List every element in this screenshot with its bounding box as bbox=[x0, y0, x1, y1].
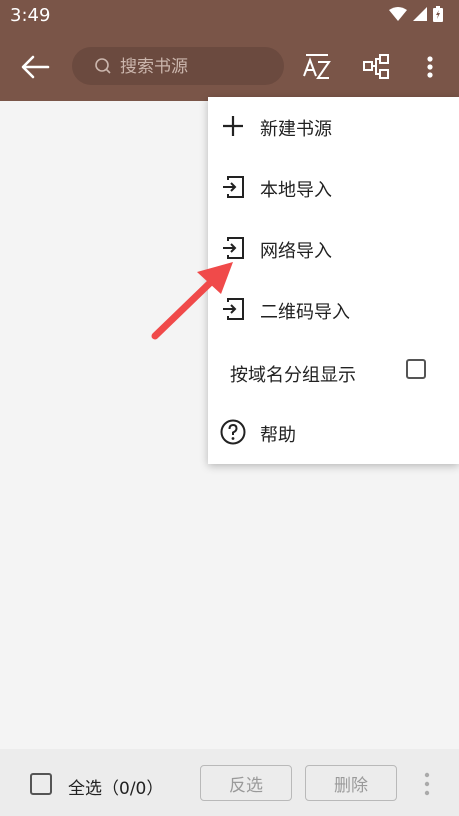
sort-az-icon[interactable] bbox=[302, 52, 332, 82]
app-toolbar bbox=[0, 32, 459, 101]
group-by-domain-checkbox[interactable] bbox=[406, 359, 426, 379]
delete-button[interactable]: 删除 bbox=[305, 765, 397, 801]
import-icon bbox=[223, 176, 244, 198]
battery-icon bbox=[433, 6, 443, 22]
menu-item-label: 网络导入 bbox=[260, 241, 332, 262]
menu-item-label: 按域名分组显示 bbox=[230, 365, 356, 386]
invert-selection-button[interactable]: 反选 bbox=[200, 765, 292, 801]
menu-item-group-by-domain[interactable]: 按域名分组显示 bbox=[208, 343, 459, 404]
menu-item-network-import[interactable]: 网络导入 bbox=[208, 219, 459, 280]
search-box[interactable] bbox=[72, 47, 284, 85]
select-all-label[interactable]: 全选（0/0） bbox=[68, 774, 163, 799]
overflow-menu: 新建书源 本地导入 网络导入 二维码导入 按域名分组显示 帮助 bbox=[208, 97, 459, 464]
search-icon bbox=[95, 58, 111, 74]
signal-icon bbox=[413, 7, 427, 21]
menu-item-label: 本地导入 bbox=[260, 180, 332, 201]
status-icons bbox=[389, 6, 443, 22]
status-bar: 3:49 bbox=[0, 0, 459, 32]
menu-item-local-import[interactable]: 本地导入 bbox=[208, 158, 459, 219]
back-arrow-icon[interactable] bbox=[18, 52, 52, 82]
help-icon bbox=[220, 419, 246, 445]
more-vert-icon[interactable] bbox=[420, 52, 440, 82]
annotation-arrow bbox=[151, 262, 233, 340]
wifi-icon bbox=[389, 7, 407, 21]
menu-item-help[interactable]: 帮助 bbox=[208, 403, 459, 464]
menu-item-qr-import[interactable]: 二维码导入 bbox=[208, 280, 459, 341]
bottom-action-bar: 全选（0/0） 反选 删除 bbox=[0, 749, 459, 816]
menu-item-label: 新建书源 bbox=[260, 119, 332, 140]
plus-icon bbox=[223, 116, 243, 136]
more-vert-icon[interactable] bbox=[420, 771, 434, 797]
search-input[interactable] bbox=[118, 51, 272, 83]
select-all-checkbox[interactable] bbox=[30, 773, 52, 795]
menu-item-label: 帮助 bbox=[260, 425, 296, 446]
menu-item-new-source[interactable]: 新建书源 bbox=[208, 97, 459, 158]
status-time: 3:49 bbox=[10, 5, 51, 26]
menu-item-label: 二维码导入 bbox=[260, 302, 350, 323]
group-icon[interactable] bbox=[362, 52, 392, 82]
